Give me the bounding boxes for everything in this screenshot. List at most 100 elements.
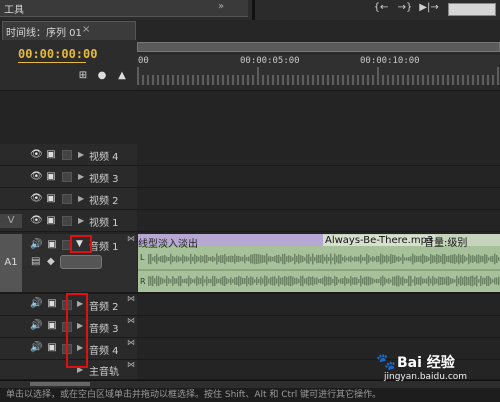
- keyframe-icon[interactable]: ◆: [47, 256, 55, 267]
- waveform-bar: [254, 253, 256, 265]
- waveform-bar: [252, 277, 254, 285]
- speaker-icon[interactable]: 🔊: [30, 239, 42, 250]
- waveform-bar: [378, 279, 380, 283]
- waveform-bar: [152, 275, 154, 287]
- waveform-bar: [440, 276, 442, 286]
- waveform-bar: [310, 277, 312, 285]
- waveform-bar: [382, 254, 384, 264]
- film-icon: ▣: [46, 171, 56, 182]
- time-ruler[interactable]: [137, 55, 500, 85]
- waveform-bar: [418, 256, 420, 262]
- waveform-bar: [178, 256, 180, 262]
- step-forward-button[interactable]: →}: [394, 0, 416, 16]
- lock-toggle[interactable]: [62, 216, 72, 226]
- waveform-bar: [202, 256, 204, 262]
- waveform-bar: [148, 276, 150, 286]
- waveform-bar: [330, 253, 332, 265]
- waveform-bar: [278, 254, 280, 264]
- waveform-bar: [178, 276, 180, 286]
- track-video-4[interactable]: [137, 144, 500, 166]
- waveform-bar: [340, 254, 342, 264]
- waveform-bar: [240, 256, 242, 262]
- track-end-icon: ⋈: [127, 360, 135, 369]
- waveform-bar: [362, 278, 364, 284]
- eye-icon[interactable]: 👁: [30, 171, 43, 182]
- waveform-bar: [392, 276, 394, 286]
- waveform-bar: [240, 276, 242, 286]
- waveform-bar: [370, 257, 372, 261]
- waveform-bar: [174, 256, 176, 262]
- scrollbar-thumb[interactable]: [30, 382, 90, 386]
- waveform-bar: [150, 276, 152, 286]
- waveform-bar: [402, 254, 404, 264]
- eye-icon[interactable]: 👁: [30, 215, 43, 226]
- track-video-3[interactable]: [137, 166, 500, 188]
- waveform-bar: [414, 255, 416, 263]
- eye-icon[interactable]: 👁: [30, 193, 43, 204]
- expand-triangle-icon[interactable]: ▶: [78, 150, 84, 159]
- waveform-bar: [368, 276, 370, 286]
- close-icon[interactable]: ×: [82, 24, 90, 35]
- expand-triangle-icon[interactable]: ▶: [78, 172, 84, 181]
- track-audio-3[interactable]: [137, 316, 500, 338]
- waveform-bar: [162, 255, 164, 263]
- panel-menu-icon[interactable]: »: [218, 1, 224, 12]
- speaker-icon[interactable]: 🔊: [30, 342, 42, 353]
- add-marker-icon[interactable]: ▲: [116, 70, 128, 82]
- audio-waveform: L R: [138, 248, 500, 292]
- expand-triangle-icon[interactable]: ▶: [78, 216, 84, 225]
- jog-shuttle[interactable]: [448, 3, 496, 16]
- viewing-area-bar[interactable]: [137, 42, 500, 52]
- waveform-bar: [332, 278, 334, 284]
- source-tag-v[interactable]: V: [0, 214, 22, 228]
- lock-toggle[interactable]: [62, 194, 72, 204]
- waveform-bar: [160, 256, 162, 262]
- expand-triangle-icon[interactable]: ▶: [78, 194, 84, 203]
- waveform-bar: [378, 256, 380, 262]
- waveform-bar: [290, 255, 292, 263]
- waveform-bar: [204, 254, 206, 264]
- play-in-to-out-button[interactable]: ▶|→: [418, 0, 440, 16]
- waveform-bar: [262, 278, 264, 284]
- tools-panel-tab[interactable]: [0, 0, 248, 17]
- snap-icon[interactable]: ⊞: [77, 70, 89, 82]
- waveform-bar: [350, 276, 352, 286]
- clip-volume-menu[interactable]: 音量:级别: [424, 234, 467, 249]
- track-audio-2[interactable]: [137, 294, 500, 316]
- waveform-bar: [396, 256, 398, 262]
- waveform-bar: [208, 278, 210, 284]
- empty-track-area: [0, 90, 500, 145]
- speaker-icon[interactable]: 🔊: [30, 320, 42, 331]
- track-video-2[interactable]: [137, 188, 500, 210]
- waveform-bar: [264, 275, 266, 287]
- track-video-1[interactable]: [137, 210, 500, 232]
- waveform-bar: [404, 278, 406, 284]
- waveform-bar: [432, 276, 434, 286]
- current-timecode[interactable]: 00:00:00:00: [18, 47, 97, 61]
- step-back-button[interactable]: {←: [370, 0, 392, 16]
- waveform-bar: [294, 253, 296, 265]
- waveform-bar: [166, 256, 168, 262]
- waveform-bar: [328, 257, 330, 261]
- waveform-bar: [324, 275, 326, 287]
- keyframe-navigator[interactable]: [60, 255, 102, 269]
- waveform-bar: [232, 279, 234, 283]
- waveform-bar: [386, 254, 388, 264]
- waveform-bar: [192, 279, 194, 283]
- eye-icon[interactable]: 👁: [30, 149, 43, 160]
- display-style-icon[interactable]: ▤: [31, 256, 40, 267]
- waveform-bar: [360, 275, 362, 287]
- waveform-bar: [494, 277, 496, 285]
- ruler-ticks: [137, 67, 499, 85]
- lock-toggle[interactable]: [62, 150, 72, 160]
- speaker-icon[interactable]: 🔊: [30, 298, 42, 309]
- source-tag-a1[interactable]: A1: [0, 234, 22, 292]
- marker-icon[interactable]: ●: [96, 70, 108, 82]
- waveform-bar: [456, 275, 458, 287]
- lock-toggle[interactable]: [62, 172, 72, 182]
- waveform-bar: [490, 256, 492, 262]
- ruler-label-start: 00: [138, 56, 149, 66]
- waveform-bar: [216, 253, 218, 265]
- waveform-bar: [294, 277, 296, 285]
- waveform-bar: [200, 278, 202, 284]
